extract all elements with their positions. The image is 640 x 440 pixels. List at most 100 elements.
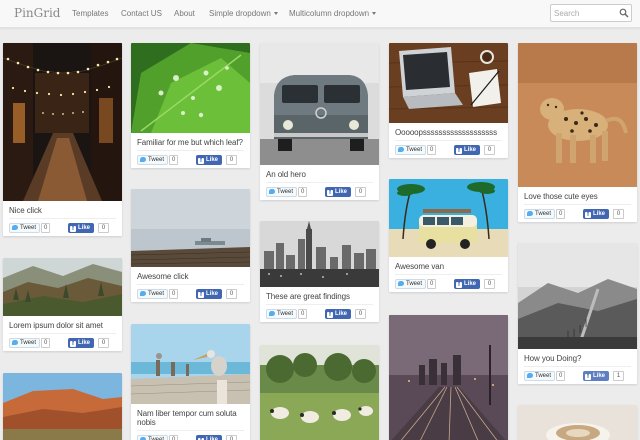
pin-card-how-you-doing[interactable]: How you Doing? Tweet 0 f Like 1 (518, 243, 637, 384)
photo-green-leaf[interactable] (131, 43, 250, 133)
pin-card-desert[interactable] (3, 373, 122, 440)
tweet-count: 0 (169, 289, 179, 299)
twitter-bird-icon (140, 290, 146, 296)
tweet-label: Tweet (535, 373, 552, 379)
pin-card-awesome-click[interactable]: Awesome click Tweet 0 f Like 0 (131, 189, 250, 302)
photo-van-beach[interactable] (389, 179, 508, 257)
tweet-button[interactable]: Tweet (137, 289, 169, 299)
like-button[interactable]: fLike (454, 145, 481, 155)
like-button[interactable]: fLike (454, 279, 481, 289)
tweet-button[interactable]: Tweet (266, 309, 298, 319)
card-caption: Awesome van (395, 262, 445, 271)
tweet-button[interactable]: Tweet (524, 371, 556, 381)
pin-card-leopard[interactable]: Love those cute eyes Tweet 0 f Like 0 (518, 43, 637, 222)
like-button[interactable]: fLike (325, 309, 352, 319)
tweet-button[interactable]: Tweet (395, 145, 427, 155)
photo-hill-road[interactable] (518, 243, 637, 349)
tweet-label: Tweet (535, 211, 552, 217)
card-caption: Familiar for me but which leaf? (137, 138, 243, 147)
like-button[interactable]: fLike (196, 155, 223, 165)
share-bar: Tweet 0 fLike 0 (131, 285, 250, 302)
search-input[interactable] (551, 5, 615, 21)
tweet-button[interactable]: Tweet (266, 187, 298, 197)
like-label: Like (464, 281, 477, 287)
photo-leopard[interactable] (518, 43, 637, 187)
share-bar: Tweet 0 fLike 0 (260, 305, 379, 322)
nav-simple-dropdown[interactable]: Simple dropdown (209, 9, 278, 18)
tweet-button[interactable]: Tweet (395, 279, 427, 289)
twitter-bird-icon (527, 372, 533, 378)
twitter-bird-icon (398, 146, 404, 152)
nav-multicolumn-dropdown-label: Multicolumn dropdown (289, 9, 370, 18)
like-label: Like (335, 311, 348, 317)
tweet-button[interactable]: Tweet (137, 435, 169, 440)
like-button[interactable]: fLike (196, 289, 223, 299)
photo-foggy-pier[interactable] (131, 189, 250, 267)
pin-card-lorem-ipsum[interactable]: Lorem ipsum dolor sit amet Tweet 0 f Like… (3, 258, 122, 351)
like-button[interactable]: fLike (196, 435, 223, 440)
photo-railway-dusk[interactable] (389, 315, 508, 440)
like-label: Like (206, 157, 219, 163)
like-button[interactable]: fLike (68, 223, 95, 233)
like-button[interactable]: fLike (325, 187, 352, 197)
photo-night-street[interactable] (3, 43, 122, 201)
like-label: Like (335, 189, 348, 195)
search-box (550, 4, 632, 22)
tweet-button[interactable]: Tweet (9, 338, 41, 348)
navbar: PinGrid Templates Contact US About Simpl… (0, 0, 640, 28)
brand-logo[interactable]: PinGrid (14, 6, 60, 20)
nav-multicolumn-dropdown[interactable]: Multicolumn dropdown (289, 9, 377, 18)
tweet-label: Tweet (406, 147, 423, 153)
tweet-count: 0 (169, 435, 179, 440)
photo-city-skyline[interactable] (260, 221, 379, 287)
card-caption: Nice click (9, 206, 42, 215)
facebook-icon: f (585, 211, 591, 218)
like-count: 0 (98, 338, 109, 348)
pin-card-sheep[interactable] (260, 345, 379, 440)
photo-pelican-dock[interactable] (131, 324, 250, 404)
like-button[interactable]: fLike (68, 338, 95, 348)
tweet-button[interactable]: Tweet (9, 223, 41, 233)
pin-card-railway[interactable] (389, 315, 508, 440)
photo-coffee-cup[interactable] (518, 405, 637, 440)
photo-desert-rock[interactable] (3, 373, 122, 440)
tweet-button[interactable]: Tweet (524, 209, 556, 219)
pin-card-pelican[interactable]: Nam liber tempor cum soluta nobis Tweet … (131, 324, 250, 440)
like-button[interactable]: fLike (583, 371, 610, 381)
like-label: Like (593, 211, 606, 217)
pin-card-great-findings[interactable]: These are great findings Tweet 0 f Like 0 (260, 221, 379, 322)
pin-card-awesome-van[interactable]: Awesome van Tweet 0 f Like 0 (389, 179, 508, 292)
photo-sheep-meadow[interactable] (260, 345, 379, 440)
twitter-bird-icon (140, 156, 146, 162)
nav-about[interactable]: About (174, 9, 195, 18)
nav-simple-dropdown-label: Simple dropdown (209, 9, 271, 18)
tweet-label: Tweet (277, 311, 294, 317)
tweet-label: Tweet (20, 340, 37, 346)
photo-old-vw-bus[interactable] (260, 43, 379, 165)
like-count: 0 (226, 155, 237, 165)
pin-card-old-hero[interactable]: An old hero Tweet 0 f Like 0 (260, 43, 379, 200)
share-bar: Tweet 0 fLike 0 (518, 205, 637, 222)
photo-laptop-desk[interactable] (389, 43, 508, 123)
nav-templates[interactable]: Templates (72, 9, 108, 18)
card-caption: Nam liber tempor cum soluta nobis (137, 409, 237, 427)
share-bar: Tweet 0 fLike 0 (389, 141, 508, 158)
twitter-bird-icon (269, 310, 275, 316)
card-caption: How you Doing? (524, 354, 582, 363)
twitter-bird-icon (140, 436, 146, 440)
search-icon[interactable] (619, 8, 629, 18)
pin-card-leaf[interactable]: Familiar for me but which leaf? Tweet 0 … (131, 43, 250, 168)
pin-card-laptop[interactable]: Ooooopsssssssssssssssssss Tweet 0 f Like … (389, 43, 508, 158)
nav-contact-us[interactable]: Contact US (121, 9, 162, 18)
pin-card-nice-click[interactable]: Nice click Tweet 0 f Like 0 (3, 43, 122, 236)
tweet-button[interactable]: Tweet (137, 155, 169, 165)
like-count: 0 (226, 289, 237, 299)
like-button[interactable]: fLike (583, 209, 610, 219)
caret-down-icon (372, 12, 377, 15)
like-label: Like (78, 340, 91, 346)
facebook-icon: f (198, 157, 204, 164)
photo-forest-hills[interactable] (3, 258, 122, 316)
pin-card-coffee[interactable] (518, 405, 637, 440)
tweet-count: 0 (427, 279, 437, 289)
card-caption: Lorem ipsum dolor sit amet (9, 321, 103, 330)
